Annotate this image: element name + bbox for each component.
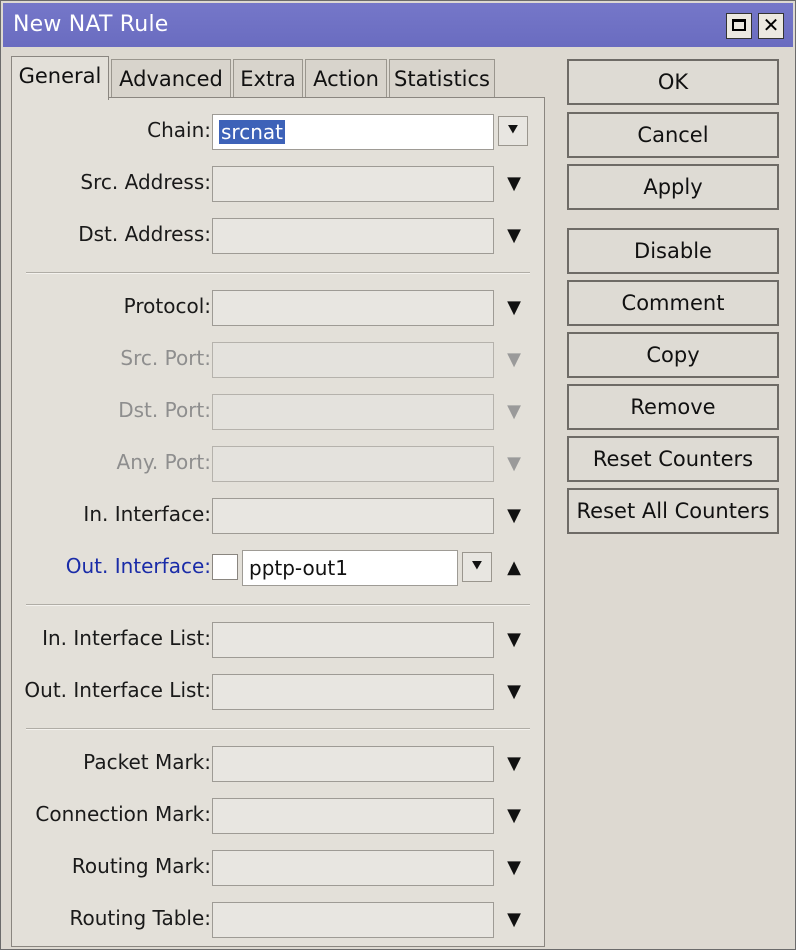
- out-interface-dropdown-icon[interactable]: ⯆: [462, 552, 492, 582]
- any-port-input: [212, 446, 494, 482]
- out-interface-list-dropdown-icon[interactable]: ▼: [502, 680, 526, 704]
- in-interface-input[interactable]: [212, 498, 494, 534]
- copy-button[interactable]: Copy: [567, 332, 779, 378]
- out-interface-list-input[interactable]: [212, 674, 494, 710]
- src-address-label: Src. Address:: [80, 170, 211, 194]
- dst-address-dropdown-icon[interactable]: ▼: [502, 224, 526, 248]
- in-interface-list-dropdown-icon[interactable]: ▼: [502, 628, 526, 652]
- src-address-row: Src. Address: ▼: [12, 166, 546, 202]
- tab-general[interactable]: General: [11, 56, 109, 100]
- reset-counters-button[interactable]: Reset Counters: [567, 436, 779, 482]
- src-port-label: Src. Port:: [120, 346, 211, 370]
- chain-label: Chain:: [147, 118, 211, 142]
- routing-mark-input[interactable]: [212, 850, 494, 886]
- disable-button[interactable]: Disable: [567, 228, 779, 274]
- section-divider: [26, 728, 530, 730]
- routing-mark-dropdown-icon[interactable]: ▼: [502, 856, 526, 880]
- chain-dropdown-icon[interactable]: ⯆: [498, 116, 528, 146]
- routing-table-row: Routing Table: ▼: [12, 902, 546, 938]
- packet-mark-input[interactable]: [212, 746, 494, 782]
- dst-port-row: Dst. Port: ▼: [12, 394, 546, 430]
- window-title: New NAT Rule: [13, 12, 169, 37]
- any-port-dropdown-icon: ▼: [507, 453, 521, 474]
- chain-input[interactable]: srcnat: [212, 114, 494, 150]
- packet-mark-dropdown-icon[interactable]: ▼: [502, 752, 526, 776]
- connection-mark-input[interactable]: [212, 798, 494, 834]
- remove-button[interactable]: Remove: [567, 384, 779, 430]
- routing-mark-label: Routing Mark:: [71, 854, 211, 878]
- routing-mark-row: Routing Mark: ▼: [12, 850, 546, 886]
- out-interface-row: Out. Interface: pptp-out1 ⯆ ▲: [12, 550, 546, 586]
- src-address-input[interactable]: [212, 166, 494, 202]
- tab-extra[interactable]: Extra: [233, 59, 303, 97]
- protocol-label: Protocol:: [123, 294, 211, 318]
- in-interface-list-row: In. Interface List: ▼: [12, 622, 546, 658]
- in-interface-list-input[interactable]: [212, 622, 494, 658]
- dst-port-input: [212, 394, 494, 430]
- out-interface-negate-checkbox[interactable]: [212, 554, 238, 580]
- maximize-icon: [732, 19, 746, 31]
- general-tab-panel: Chain: srcnat ⯆ Src. Address: ▼ Dst. Add…: [11, 97, 545, 947]
- connection-mark-label: Connection Mark:: [35, 802, 211, 826]
- maximize-button[interactable]: [726, 13, 752, 39]
- protocol-dropdown-icon[interactable]: ▼: [502, 296, 526, 320]
- title-bar[interactable]: New NAT Rule ✕: [3, 3, 793, 47]
- tab-advanced[interactable]: Advanced: [111, 59, 231, 97]
- connection-mark-row: Connection Mark: ▼: [12, 798, 546, 834]
- dst-address-row: Dst. Address: ▼: [12, 218, 546, 254]
- close-button[interactable]: ✕: [758, 13, 784, 39]
- tab-statistics[interactable]: Statistics: [389, 59, 495, 97]
- out-interface-input[interactable]: pptp-out1: [242, 550, 458, 586]
- in-interface-label: In. Interface:: [83, 502, 211, 526]
- src-address-dropdown-icon[interactable]: ▼: [502, 172, 526, 196]
- dst-port-label: Dst. Port:: [118, 398, 211, 422]
- nat-rule-window: New NAT Rule ✕ General Advanced Extra Ac…: [0, 0, 796, 950]
- tab-action[interactable]: Action: [305, 59, 387, 97]
- src-port-row: Src. Port: ▼: [12, 342, 546, 378]
- in-interface-row: In. Interface: ▼: [12, 498, 546, 534]
- any-port-label: Any. Port:: [116, 450, 211, 474]
- any-port-row: Any. Port: ▼: [12, 446, 546, 482]
- src-port-dropdown-icon: ▼: [507, 349, 521, 370]
- cancel-button[interactable]: Cancel: [567, 112, 779, 158]
- section-divider: [26, 604, 530, 606]
- apply-button[interactable]: Apply: [567, 164, 779, 210]
- src-port-input: [212, 342, 494, 378]
- chain-value: srcnat: [219, 120, 285, 144]
- out-interface-list-label: Out. Interface List:: [24, 678, 211, 702]
- ok-button[interactable]: OK: [567, 59, 779, 105]
- dst-port-dropdown-icon: ▼: [507, 401, 521, 422]
- packet-mark-row: Packet Mark: ▼: [12, 746, 546, 782]
- routing-table-input[interactable]: [212, 902, 494, 938]
- chain-row: Chain: srcnat ⯆: [12, 114, 546, 150]
- routing-table-dropdown-icon[interactable]: ▼: [502, 908, 526, 932]
- out-interface-collapse-icon[interactable]: ▲: [502, 556, 526, 580]
- in-interface-dropdown-icon[interactable]: ▼: [502, 504, 526, 528]
- dst-address-input[interactable]: [212, 218, 494, 254]
- section-divider: [26, 272, 530, 274]
- reset-all-counters-button[interactable]: Reset All Counters: [567, 488, 779, 534]
- routing-table-label: Routing Table:: [69, 906, 212, 930]
- out-interface-label: Out. Interface:: [65, 554, 211, 578]
- out-interface-list-row: Out. Interface List: ▼: [12, 674, 546, 710]
- protocol-row: Protocol: ▼: [12, 290, 546, 326]
- comment-button[interactable]: Comment: [567, 280, 779, 326]
- packet-mark-label: Packet Mark:: [83, 750, 211, 774]
- connection-mark-dropdown-icon[interactable]: ▼: [502, 804, 526, 828]
- protocol-input[interactable]: [212, 290, 494, 326]
- in-interface-list-label: In. Interface List:: [42, 626, 211, 650]
- dst-address-label: Dst. Address:: [78, 222, 211, 246]
- close-icon: ✕: [762, 13, 780, 37]
